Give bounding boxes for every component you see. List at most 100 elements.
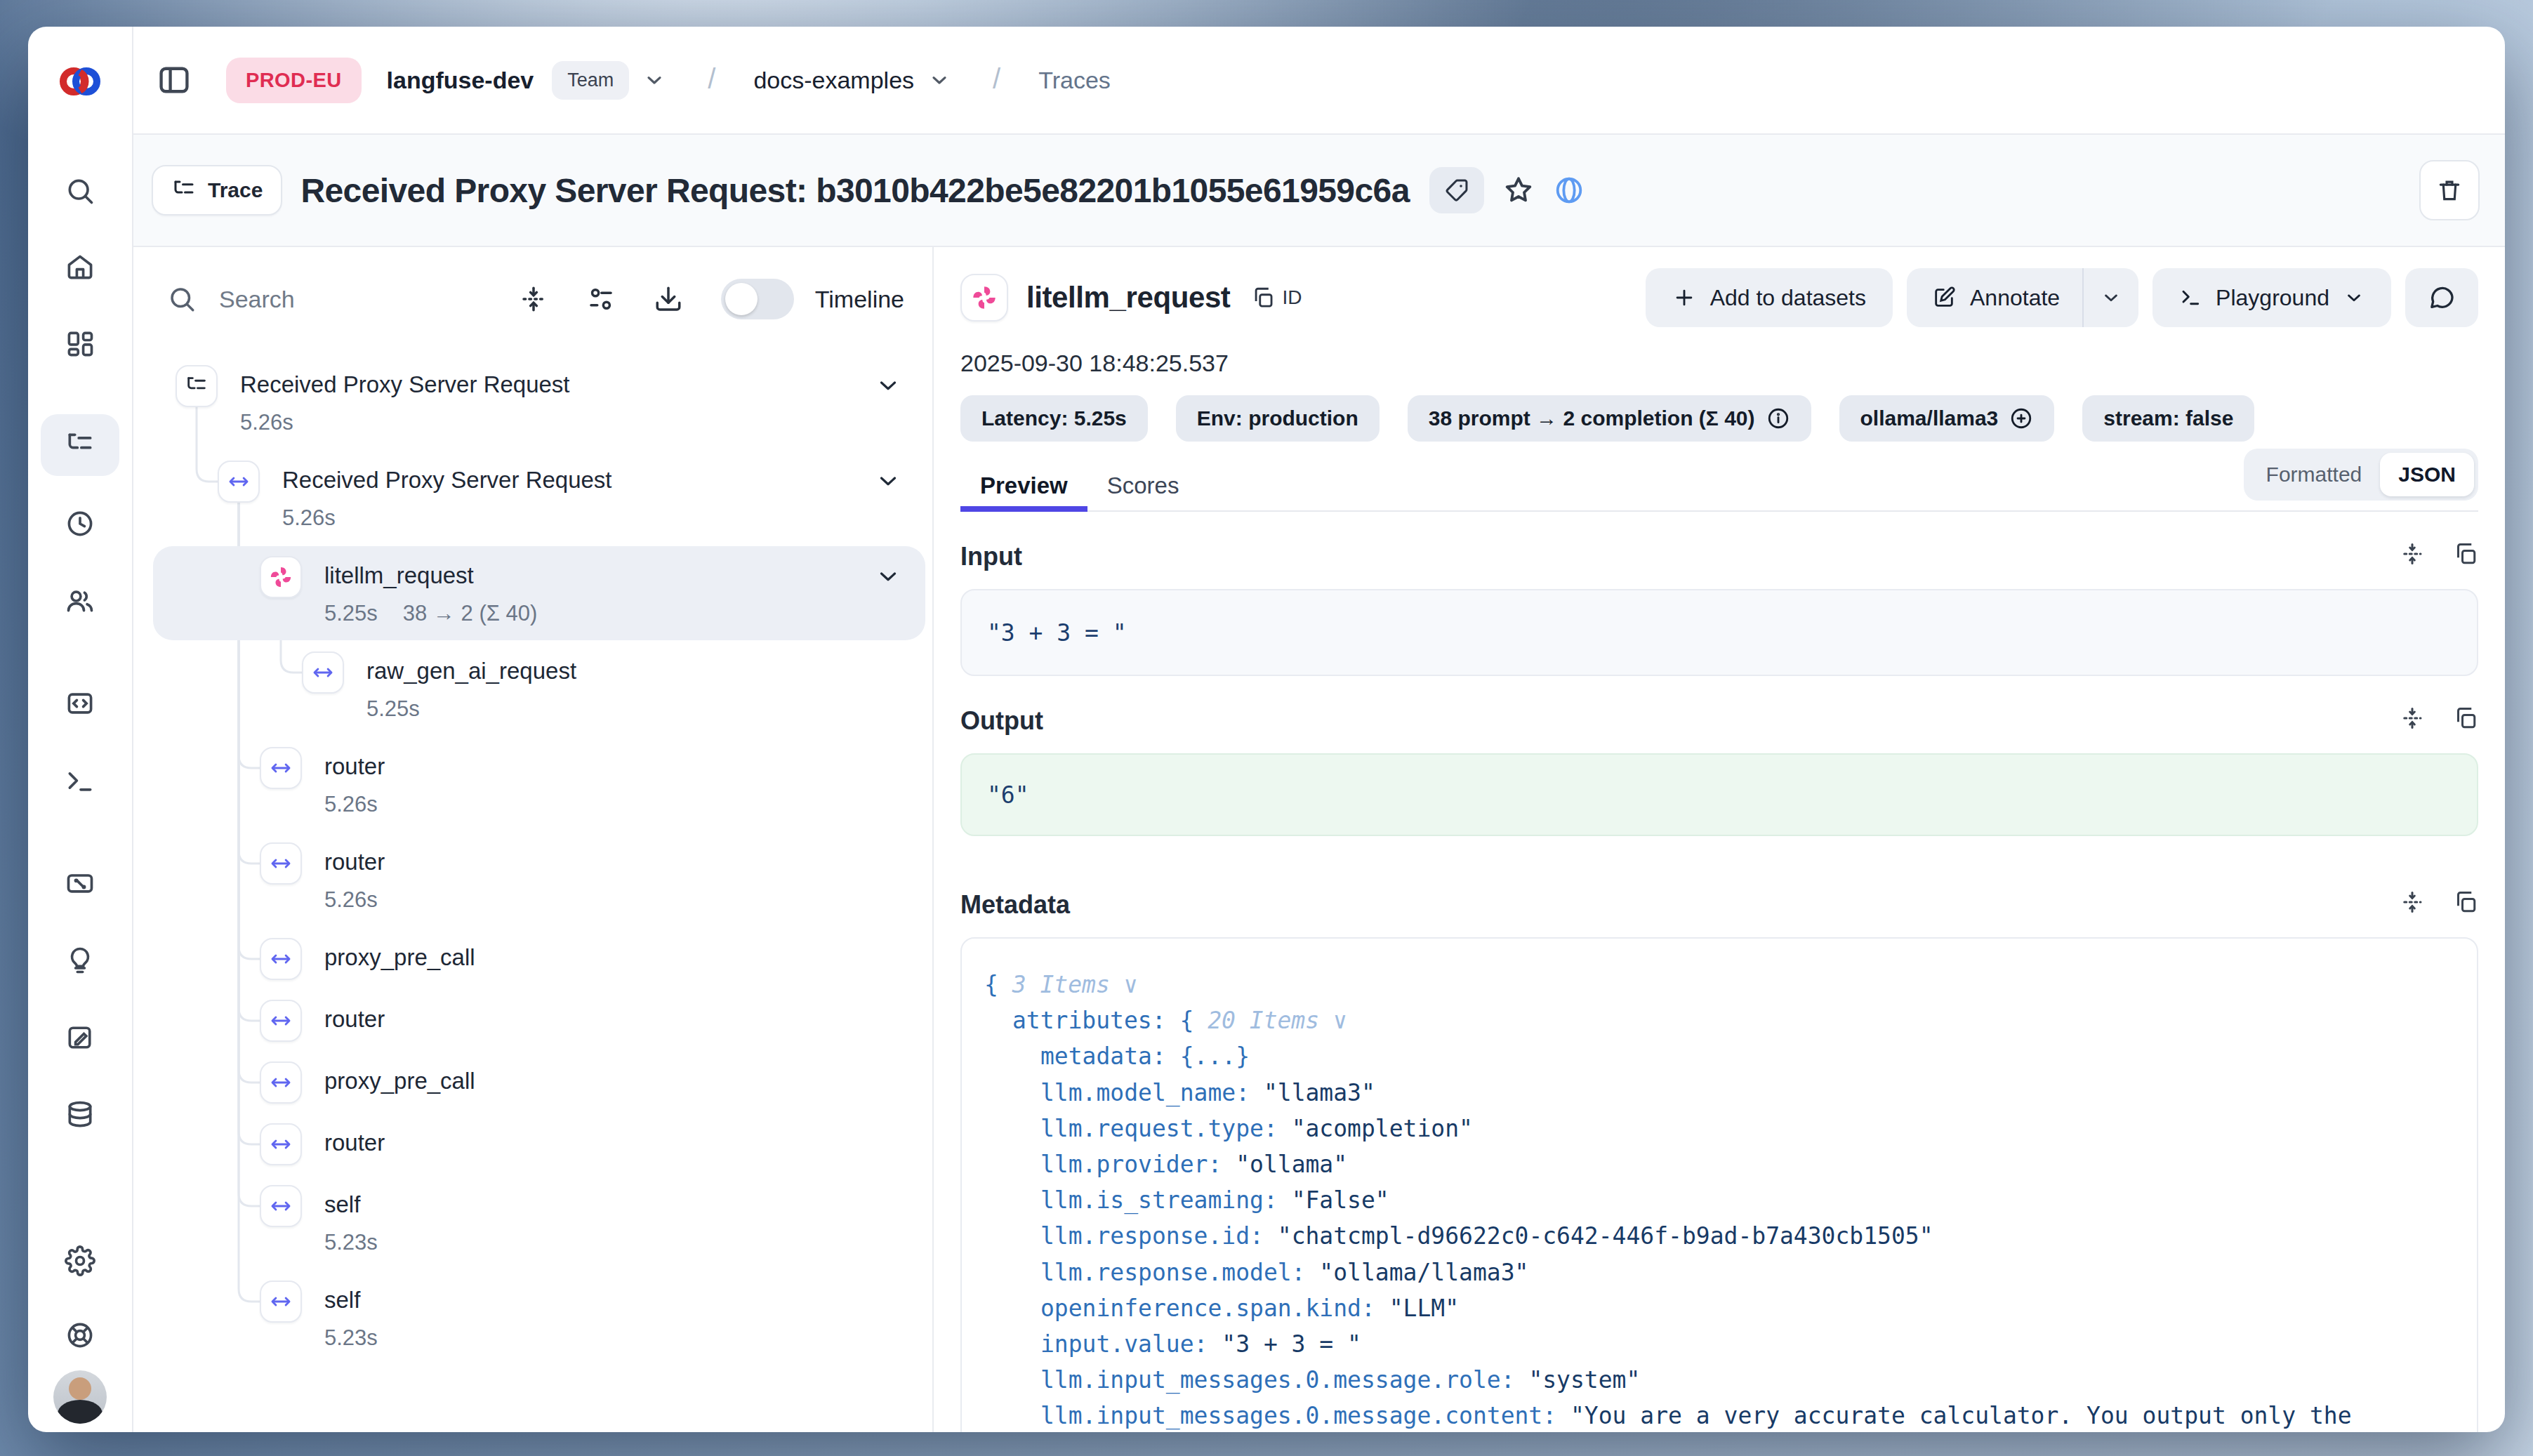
- collapse-section-icon[interactable]: [2400, 889, 2425, 920]
- evals-icon[interactable]: [65, 868, 95, 899]
- copy-id-button[interactable]: ID: [1251, 286, 1302, 310]
- sidebar-item-tracing[interactable]: [41, 414, 119, 476]
- breadcrumb-section[interactable]: Traces: [1038, 67, 1111, 94]
- generation-icon: [960, 274, 1008, 322]
- user-avatar[interactable]: [53, 1370, 107, 1424]
- copy-section-icon[interactable]: [2453, 889, 2478, 920]
- tree-item-router[interactable]: router5.26s: [133, 747, 932, 823]
- public-globe-button[interactable]: [1553, 174, 1585, 206]
- insights-icon[interactable]: [65, 945, 95, 976]
- json-line: llm.response.model: "ollama/llama3": [984, 1255, 2454, 1290]
- json-line: llm.response.id: "chatcmpl-d96622c0-c642…: [984, 1218, 2454, 1254]
- metadata-section-label: Metadata: [960, 890, 1070, 920]
- tab-preview[interactable]: Preview: [960, 461, 1087, 510]
- playground-icon[interactable]: [65, 765, 95, 796]
- breadcrumb-separator: /: [708, 63, 715, 95]
- top-navigation-bar: PROD-EU langfuse-dev Team / docs-example…: [133, 27, 2505, 135]
- json-line: input.value: "3 + 3 = ": [984, 1326, 2454, 1362]
- datasets-icon[interactable]: [65, 688, 95, 719]
- json-line: metadata: {...}: [984, 1038, 2454, 1074]
- users-icon[interactable]: [65, 585, 95, 616]
- metric-badge: Latency: 5.25s: [960, 395, 1148, 442]
- span-icon: [260, 1000, 302, 1042]
- prompts-icon[interactable]: [65, 1022, 95, 1053]
- support-icon[interactable]: [65, 1320, 95, 1351]
- tree-item-self[interactable]: self5.23s: [133, 1280, 932, 1356]
- dashboard-icon[interactable]: [65, 329, 95, 359]
- copy-section-icon[interactable]: [2453, 706, 2478, 736]
- json-line: llm.request.type: "acompletion": [984, 1111, 2454, 1146]
- database-icon[interactable]: [65, 1099, 95, 1130]
- annotate-dropdown-chevron[interactable]: [2084, 268, 2138, 327]
- tab-scores[interactable]: Scores: [1087, 461, 1199, 510]
- delete-trace-button[interactable]: [2419, 160, 2480, 220]
- span-icon: [260, 842, 302, 885]
- project-chevron-icon[interactable]: [928, 69, 951, 91]
- tree-settings-icon[interactable]: [586, 284, 616, 314]
- tree-item-raw_gen_ai_request[interactable]: raw_gen_ai_request5.25s: [133, 651, 932, 727]
- search-icon[interactable]: [65, 176, 95, 206]
- langfuse-logo[interactable]: [55, 56, 105, 112]
- output-value: "6": [960, 753, 2478, 836]
- collapse-section-icon[interactable]: [2400, 706, 2425, 736]
- tree-item-Received Proxy Server Request[interactable]: Received Proxy Server Request5.26s: [133, 365, 932, 441]
- json-line: llm.input_messages.0.message.role: "syst…: [984, 1362, 2454, 1398]
- metric-badge[interactable]: 38 prompt → 2 completion (Σ 40): [1408, 395, 1811, 442]
- expand-chevron-icon[interactable]: [875, 372, 901, 404]
- span-icon: [260, 938, 302, 980]
- environment-badge: PROD-EU: [226, 58, 362, 103]
- sessions-icon[interactable]: [65, 508, 95, 539]
- json-line: attributes: { 20 Items ∨: [984, 1002, 2454, 1038]
- download-icon[interactable]: [654, 284, 683, 314]
- org-type-badge: Team: [552, 61, 629, 100]
- tree-item-self[interactable]: self5.23s: [133, 1185, 932, 1261]
- project-name[interactable]: docs-examples: [753, 67, 914, 94]
- settings-icon[interactable]: [65, 1245, 95, 1276]
- expand-chevron-icon[interactable]: [875, 468, 901, 500]
- collapse-all-icon[interactable]: [519, 284, 548, 314]
- view-json[interactable]: JSON: [2380, 453, 2474, 496]
- annotate-split-button: Annotate: [1907, 268, 2138, 327]
- icon-sidebar: [28, 27, 133, 1432]
- generation-icon: [260, 556, 302, 598]
- span-icon: [260, 1280, 302, 1323]
- metadata-json-viewer: { 3 Items ∨attributes: { 20 Items ∨metad…: [960, 937, 2478, 1432]
- view-formatted[interactable]: Formatted: [2248, 453, 2381, 496]
- trace-header-bar: Trace Received Proxy Server Request: b30…: [133, 135, 2505, 247]
- tree-item-proxy_pre_call[interactable]: proxy_pre_call: [133, 1061, 932, 1104]
- tag-button[interactable]: [1429, 167, 1484, 213]
- observation-timestamp: 2025-09-30 18:48:25.537: [960, 350, 2478, 377]
- home-icon[interactable]: [65, 251, 95, 282]
- view-mode-toggle: Formatted JSON: [2244, 449, 2478, 501]
- tree-item-Received Proxy Server Request[interactable]: Received Proxy Server Request5.26s: [133, 461, 932, 536]
- tree-search-icon[interactable]: [167, 284, 197, 314]
- json-line: { 3 Items ∨: [984, 967, 2454, 1002]
- tree-search-input[interactable]: Search: [219, 286, 295, 313]
- tree-item-router[interactable]: router: [133, 1000, 932, 1042]
- tree-item-litellm_request[interactable]: litellm_request5.25s38 → 2 (Σ 40): [133, 556, 932, 632]
- collapse-section-icon[interactable]: [2400, 541, 2425, 572]
- trace-tree-panel: Search Timeline Received Proxy Server Re…: [133, 247, 934, 1432]
- span-icon: [260, 1185, 302, 1227]
- expand-chevron-icon[interactable]: [875, 563, 901, 595]
- metric-badge: stream: false: [2082, 395, 2254, 442]
- playground-button[interactable]: Playground: [2152, 268, 2391, 327]
- span-icon: [260, 1123, 302, 1165]
- observation-title: litellm_request: [1026, 281, 1230, 315]
- observation-badges: Latency: 5.25sEnv: production38 prompt →…: [960, 395, 2478, 442]
- sidebar-toggle-icon[interactable]: [156, 62, 192, 98]
- tree-item-router[interactable]: router: [133, 1123, 932, 1165]
- observation-detail-panel: litellm_request ID Add to datasets: [934, 247, 2505, 1432]
- add-to-datasets-button[interactable]: Add to datasets: [1646, 268, 1893, 327]
- detail-tabs: Preview Scores Formatted JSON: [960, 461, 2478, 512]
- timeline-toggle[interactable]: [721, 279, 794, 319]
- tree-item-proxy_pre_call[interactable]: proxy_pre_call: [133, 938, 932, 980]
- org-chevron-icon[interactable]: [643, 69, 666, 91]
- tree-item-router[interactable]: router5.26s: [133, 842, 932, 918]
- copy-section-icon[interactable]: [2453, 541, 2478, 572]
- annotate-button[interactable]: Annotate: [1907, 268, 2082, 327]
- star-button[interactable]: [1502, 174, 1535, 206]
- metric-badge[interactable]: ollama/llama3: [1839, 395, 2055, 442]
- org-name[interactable]: langfuse-dev: [387, 67, 534, 94]
- comments-button[interactable]: [2405, 268, 2478, 327]
